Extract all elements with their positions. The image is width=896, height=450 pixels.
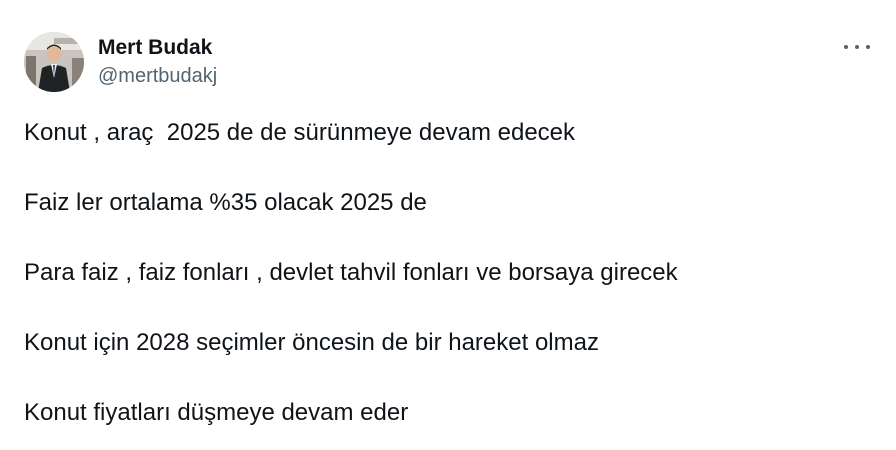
more-horizontal-icon-dot-3 [866,45,870,49]
more-horizontal-icon-dot-2 [855,45,859,49]
more-options-button[interactable] [844,40,870,54]
more-horizontal-icon [844,45,848,49]
tweet-line: Konut , araç 2025 de de sürünmeye devam … [24,119,576,146]
tweet-header: Mert Budak @mertbudakj [24,32,217,92]
tweet-line: Faiz ler ortalama %35 olacak 2025 de [24,189,427,216]
avatar[interactable] [24,32,84,92]
tweet-line: Para faiz , faiz fonları , devlet tahvil… [24,259,678,286]
tweet-line: Konut fiyatları düşmeye devam eder [24,399,409,426]
avatar-image [24,32,84,92]
tweet-text: Konut , araç 2025 de de sürünmeye devam … [24,118,864,450]
tweet-card: Mert Budak @mertbudakj Konut , araç 2025… [0,0,896,450]
tweet-line: Konut için 2028 seçimler öncesin de bir … [24,329,599,356]
author-handle[interactable]: @mertbudakj [98,63,217,89]
author-display-name[interactable]: Mert Budak [98,35,217,61]
author-names: Mert Budak @mertbudakj [98,35,217,89]
